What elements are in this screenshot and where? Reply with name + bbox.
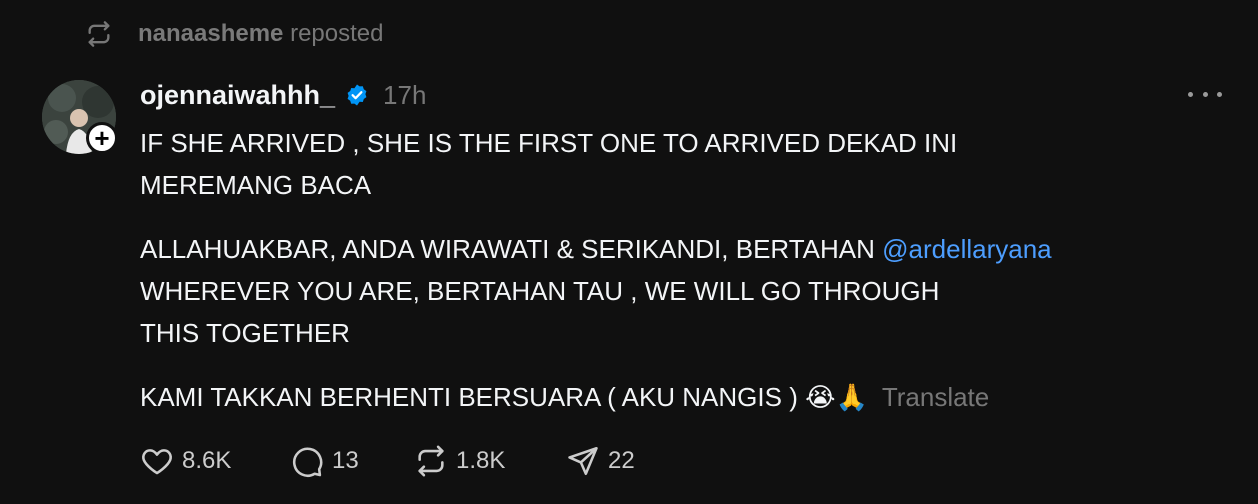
reply-count: 13 — [332, 447, 359, 474]
post-paragraph-1: IF SHE ARRIVED , SHE IS THE FIRST ONE TO… — [140, 122, 1220, 206]
repost-icon — [84, 19, 114, 49]
post-header: ojennaiwahhh_ 17h — [140, 76, 426, 114]
plus-icon: + — [94, 123, 110, 153]
avatar-wrapper: + — [42, 80, 118, 154]
post-paragraph-2: ALLAHUAKBAR, ANDA WIRAWATI & SERIKANDI, … — [140, 228, 1220, 354]
heart-icon — [142, 449, 172, 475]
post-text-line: THIS TOGETHER — [140, 318, 350, 348]
repost-icon — [418, 445, 444, 477]
mention-link[interactable]: @ardellaryana — [882, 234, 1051, 264]
repost-count: 1.8K — [456, 447, 506, 474]
verified-badge-icon — [345, 83, 369, 107]
follow-button[interactable]: + — [86, 122, 118, 154]
translate-button[interactable]: Translate — [882, 382, 989, 412]
repost-label: reposted — [290, 20, 384, 47]
share-icon — [568, 446, 598, 476]
post-text-line: ALLAHUAKBAR, ANDA WIRAWATI & SERIKANDI, … — [140, 234, 883, 264]
share-button[interactable]: 22 — [566, 444, 635, 478]
post-text-line: IF SHE ARRIVED , SHE IS THE FIRST ONE TO… — [140, 128, 958, 158]
repost-text: nanaasheme reposted — [138, 20, 383, 48]
post-text-line: KAMI TAKKAN BERHENTI BERSUARA ( AKU NANG… — [140, 382, 868, 412]
like-count: 8.6K — [182, 447, 232, 474]
more-options-icon[interactable] — [1188, 82, 1222, 106]
post-paragraph-3: KAMI TAKKAN BERHENTI BERSUARA ( AKU NANG… — [140, 376, 1220, 418]
repost-header: nanaasheme reposted — [84, 18, 383, 50]
reply-button[interactable]: 13 — [290, 444, 384, 478]
post-text-line: MEREMANG BACA — [140, 170, 372, 200]
share-count: 22 — [608, 447, 635, 474]
post-username[interactable]: ojennaiwahhh_ — [140, 80, 335, 111]
like-button[interactable]: 8.6K — [140, 444, 260, 478]
repost-username[interactable]: nanaasheme — [138, 20, 283, 47]
action-bar: 8.6K 13 1.8K 22 — [140, 442, 635, 480]
post-content: IF SHE ARRIVED , SHE IS THE FIRST ONE TO… — [140, 122, 1220, 418]
post-text-line: WHEREVER YOU ARE, BERTAHAN TAU , WE WILL… — [140, 276, 940, 306]
repost-button[interactable]: 1.8K — [414, 444, 536, 478]
comment-icon — [293, 447, 323, 477]
post-time: 17h — [383, 79, 427, 110]
